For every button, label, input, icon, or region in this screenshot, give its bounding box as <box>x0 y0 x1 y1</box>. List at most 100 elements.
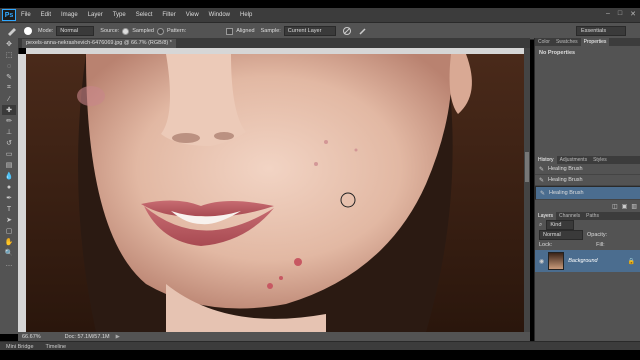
move-tool-icon[interactable]: ✥ <box>2 39 16 49</box>
vertical-scrollbar[interactable] <box>524 48 530 332</box>
tab-color[interactable]: Color <box>535 38 553 46</box>
sample-control: Sample: Current Layer <box>261 26 336 36</box>
marquee-tool-icon[interactable]: ⬚ <box>2 50 16 60</box>
history-brush-tool-icon[interactable]: ↺ <box>2 138 16 148</box>
tab-history[interactable]: History <box>535 156 557 164</box>
history-footer: ◫ ▣ ▥ <box>535 200 640 212</box>
gradient-tool-icon[interactable]: ▤ <box>2 160 16 170</box>
crop-tool-icon[interactable]: ⌗ <box>2 83 16 93</box>
blur-tool-icon[interactable]: 💧 <box>2 171 16 181</box>
search-icon: ⌕ <box>539 221 543 228</box>
healing-brush-tool-icon[interactable]: ✚ <box>2 105 16 115</box>
image-canvas[interactable] <box>26 54 524 332</box>
menu-file[interactable]: File <box>16 12 36 18</box>
brush-tool-icon[interactable]: ✏ <box>2 116 16 126</box>
opacity-label: Opacity: <box>587 232 608 238</box>
sample-select[interactable]: Current Layer <box>283 26 336 36</box>
tab-adjustments[interactable]: Adjustments <box>557 156 591 164</box>
fill-label: Fill: <box>596 242 605 248</box>
dodge-tool-icon[interactable]: ● <box>2 182 16 192</box>
menu-layer[interactable]: Layer <box>83 12 108 18</box>
window-controls: – □ ✕ <box>606 10 636 18</box>
clone-stamp-tool-icon[interactable]: ⊥ <box>2 127 16 137</box>
lock-row: Lock: Fill: <box>535 240 640 250</box>
menu-type[interactable]: Type <box>108 12 131 18</box>
scroll-thumb[interactable] <box>525 152 529 182</box>
history-item[interactable]: ✎ Healing Brush <box>535 175 640 186</box>
pen-tool-icon[interactable]: ✒ <box>2 193 16 203</box>
layer-row-background[interactable]: ◉ Background 🔒 <box>535 250 640 272</box>
layers-panel-tabs: Layers Channels Paths <box>535 212 640 220</box>
tab-styles[interactable]: Styles <box>590 156 610 164</box>
tab-paths[interactable]: Paths <box>583 212 602 220</box>
workspace-select[interactable]: Essentials <box>576 26 626 36</box>
ignore-adjustment-icon[interactable] <box>342 26 352 36</box>
mode-control: Mode: Normal <box>38 26 95 36</box>
layer-thumbnail <box>548 252 565 270</box>
more-tools-icon[interactable]: … <box>2 259 16 269</box>
menu-help[interactable]: Help <box>235 12 257 18</box>
tab-swatches[interactable]: Swatches <box>553 38 581 46</box>
minimize-button[interactable]: – <box>606 10 610 18</box>
right-panels: Color Swatches Properties No Properties … <box>534 38 640 341</box>
layer-name: Background <box>568 258 598 264</box>
blend-row: Normal Opacity: <box>535 230 640 240</box>
aligned-label: Aligned <box>236 28 255 34</box>
source-label: Source: <box>100 28 120 34</box>
pattern-label: Pattern: <box>166 28 187 34</box>
history-item[interactable]: ✎ Healing Brush <box>535 164 640 175</box>
trash-icon[interactable]: ▥ <box>631 203 637 210</box>
tab-channels[interactable]: Channels <box>556 212 583 220</box>
type-tool-icon[interactable]: T <box>2 204 16 214</box>
toolbox: ✥ ⬚ ◌ ✎ ⌗ ⁄ ✚ ✏ ⊥ ↺ ▭ ▤ 💧 ● ✒ T ➤ ▢ ✋ 🔍 … <box>0 38 19 358</box>
quick-select-tool-icon[interactable]: ✎ <box>2 72 16 82</box>
menu-image[interactable]: Image <box>56 12 83 18</box>
lock-label: Lock: <box>539 242 553 248</box>
menu-edit[interactable]: Edit <box>36 12 56 18</box>
tab-layers[interactable]: Layers <box>535 212 557 220</box>
lasso-tool-icon[interactable]: ◌ <box>2 61 16 71</box>
new-snapshot-icon[interactable]: ◫ <box>612 203 618 210</box>
history-item[interactable]: ✎ Healing Brush <box>535 186 640 200</box>
camera-icon[interactable]: ▣ <box>622 203 628 210</box>
tab-timeline[interactable]: Timeline <box>46 344 67 350</box>
eraser-tool-icon[interactable]: ▭ <box>2 149 16 159</box>
close-button[interactable]: ✕ <box>630 10 636 18</box>
mode-select[interactable]: Normal <box>56 26 95 36</box>
aligned-checkbox[interactable] <box>226 27 234 35</box>
kind-select[interactable]: Kind <box>546 220 575 230</box>
zoom-level[interactable]: 66.67% <box>22 334 41 340</box>
hand-tool-icon[interactable]: ✋ <box>2 237 16 247</box>
blend-mode-select[interactable]: Normal <box>539 230 583 240</box>
pressure-icon[interactable] <box>358 26 368 36</box>
eye-icon[interactable]: ◉ <box>539 258 544 265</box>
menu-window[interactable]: Window <box>204 12 235 18</box>
healing-brush-icon: ✎ <box>539 177 545 184</box>
healing-brush-icon: ✎ <box>539 166 545 173</box>
brush-preview-icon <box>24 27 32 35</box>
menu-select[interactable]: Select <box>131 12 158 18</box>
properties-panel-tabs: Color Swatches Properties <box>535 38 640 46</box>
zoom-tool-icon[interactable]: 🔍 <box>2 248 16 258</box>
shape-tool-icon[interactable]: ▢ <box>2 226 16 236</box>
status-arrow-icon[interactable]: ▶ <box>116 334 120 340</box>
menu-view[interactable]: View <box>181 12 204 18</box>
brush-size-picker[interactable] <box>24 27 32 35</box>
ruler-vertical <box>18 54 26 332</box>
document-tab[interactable]: pexels-anna-nekrashevich-6476069.jpg @ 6… <box>22 39 176 48</box>
properties-text: No Properties <box>539 50 576 56</box>
menu-bar: Ps File Edit Image Layer Type Select Fil… <box>0 8 640 22</box>
menu-filter[interactable]: Filter <box>157 12 180 18</box>
top-letterbox <box>0 0 640 8</box>
tab-mini-bridge[interactable]: Mini Bridge <box>6 344 34 350</box>
healing-brush-tool-icon[interactable] <box>6 26 18 36</box>
maximize-button[interactable]: □ <box>618 10 622 18</box>
tab-properties[interactable]: Properties <box>580 38 610 46</box>
sample-label: Sample: <box>260 28 281 34</box>
path-select-tool-icon[interactable]: ➤ <box>2 215 16 225</box>
pattern-radio[interactable] <box>156 27 164 35</box>
eyedropper-tool-icon[interactable]: ⁄ <box>2 94 16 104</box>
photoshop-logo: Ps <box>2 9 16 21</box>
sampled-radio[interactable] <box>122 27 130 35</box>
layer-filter-row: ⌕ Kind <box>535 220 640 230</box>
